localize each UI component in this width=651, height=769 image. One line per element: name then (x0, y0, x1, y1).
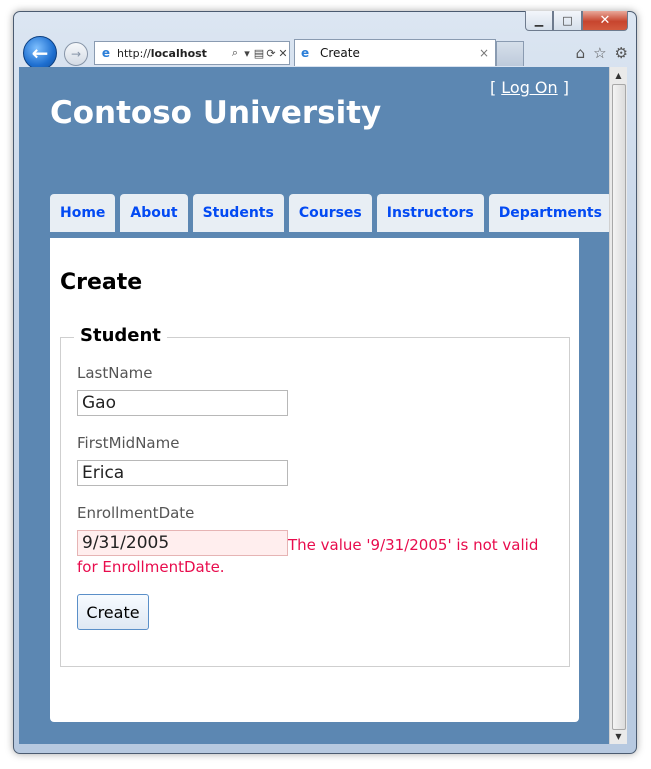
ie-tab-icon: e (301, 46, 310, 60)
new-tab-button[interactable] (496, 41, 524, 66)
tab-create[interactable]: e Create × (294, 39, 496, 66)
home-icon[interactable]: ⌂ (576, 44, 586, 62)
enrollmentdate-label: EnrollmentDate (77, 504, 195, 522)
search-icon[interactable]: ⌕ (229, 46, 241, 60)
refresh-icon[interactable]: ⟳ (265, 47, 277, 60)
scrollbar-thumb[interactable] (612, 84, 626, 730)
menu-item-home[interactable]: Home (50, 194, 116, 232)
enrollmentdate-error: The value '9/31/2005' is not valid for E… (77, 536, 539, 576)
address-bar[interactable]: e http://localhost ⌕ ▾ ▤ ⟳ ✕ (94, 41, 290, 65)
site-title: Contoso University (50, 95, 382, 131)
ie-page-icon: e (101, 46, 111, 60)
login-display: [ Log On ] (489, 78, 569, 97)
firstmidname-input[interactable]: Erica (77, 460, 288, 486)
main-menu: Home About Students Courses Instructors … (50, 194, 609, 232)
forward-arrow-icon[interactable]: → (64, 42, 88, 66)
page-viewport: [ Log On ] Contoso University Home About… (19, 67, 609, 744)
menu-item-departments[interactable]: Departments (488, 194, 609, 232)
favorites-star-icon[interactable]: ☆ (593, 44, 606, 62)
fieldset-legend: Student (74, 325, 167, 346)
scroll-up-icon[interactable]: ▲ (610, 67, 627, 83)
window-controls: ▁ □ ✕ (525, 11, 628, 31)
student-fieldset: Student LastName Gao FirstMidName Erica … (60, 325, 570, 667)
lastname-label: LastName (77, 364, 153, 382)
browser-tools: ⌂ ☆ ⚙ (576, 44, 628, 62)
menu-item-students[interactable]: Students (192, 194, 284, 232)
lastname-input[interactable]: Gao (77, 390, 288, 416)
close-window-button[interactable]: ✕ (582, 11, 628, 31)
compat-view-icon[interactable]: ▤ (253, 47, 265, 60)
dropdown-chevron-icon[interactable]: ▾ (241, 47, 253, 60)
menu-item-about[interactable]: About (120, 194, 188, 232)
navigation-bar: ← → e http://localhost ⌕ ▾ ▤ ⟳ ✕ e Creat… (18, 34, 632, 70)
firstmidname-label: FirstMidName (77, 434, 180, 452)
create-button[interactable]: Create (77, 594, 149, 630)
tab-close-icon[interactable]: × (479, 46, 495, 60)
back-to-list-link[interactable]: Back to List (60, 683, 147, 701)
tab-title: Create (320, 46, 360, 60)
address-url: http://localhost (117, 46, 207, 60)
vertical-scrollbar[interactable]: ▲ ▼ (609, 67, 627, 744)
menu-item-instructors[interactable]: Instructors (376, 194, 484, 232)
log-on-link[interactable]: Log On (501, 78, 557, 97)
menu-item-courses[interactable]: Courses (288, 194, 372, 232)
settings-gear-icon[interactable]: ⚙ (615, 44, 628, 62)
stop-icon[interactable]: ✕ (277, 47, 289, 60)
page-heading: Create (60, 270, 143, 295)
scroll-down-icon[interactable]: ▼ (610, 728, 627, 744)
back-arrow-icon[interactable]: ← (23, 36, 57, 70)
minimize-button[interactable]: ▁ (525, 11, 553, 31)
main-content: Create Student LastName Gao FirstMidName… (50, 238, 579, 722)
maximize-button[interactable]: □ (553, 11, 582, 31)
